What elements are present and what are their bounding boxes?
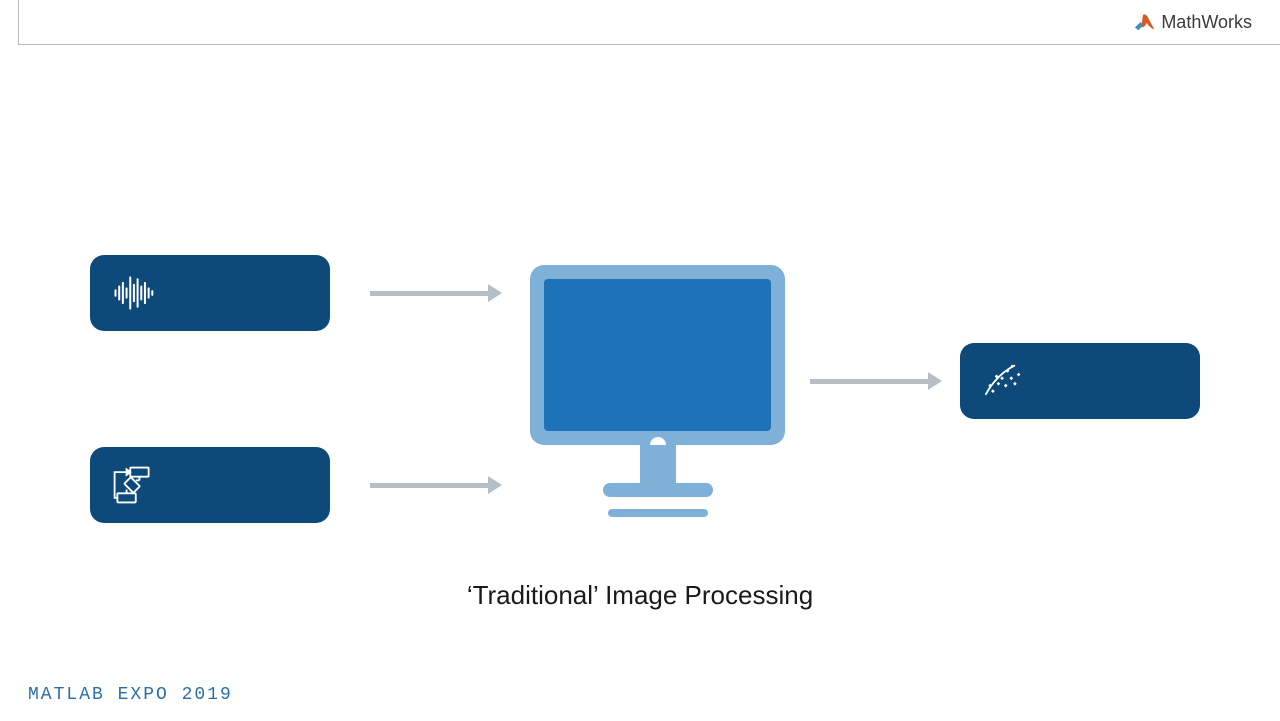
arrow-signal-to-computer — [370, 291, 490, 296]
monitor-neck — [640, 445, 676, 483]
output-box-result — [960, 343, 1200, 419]
slide-border-left — [18, 0, 19, 44]
input-box-algorithm — [90, 447, 330, 523]
monitor-base-shadow — [608, 509, 708, 517]
computer-icon — [530, 265, 785, 515]
monitor-base — [603, 483, 713, 497]
scatter-plot-icon — [978, 356, 1028, 406]
monitor-frame — [530, 265, 785, 445]
brand-logo-block: MathWorks — [1133, 12, 1252, 33]
brand-name: MathWorks — [1161, 12, 1252, 33]
monitor-screen — [544, 279, 771, 431]
workflow-diagram — [90, 255, 1220, 535]
footer-event-label: MATLAB EXPO 2019 — [28, 685, 233, 705]
mathworks-logo-icon — [1133, 13, 1155, 33]
arrow-algorithm-to-computer — [370, 483, 490, 488]
flowchart-icon — [108, 460, 158, 510]
diagram-caption: ‘Traditional’ Image Processing — [467, 580, 813, 611]
slide-border-top — [18, 44, 1280, 45]
arrow-computer-to-output — [810, 379, 930, 384]
waveform-icon — [108, 268, 158, 318]
input-box-signal — [90, 255, 330, 331]
